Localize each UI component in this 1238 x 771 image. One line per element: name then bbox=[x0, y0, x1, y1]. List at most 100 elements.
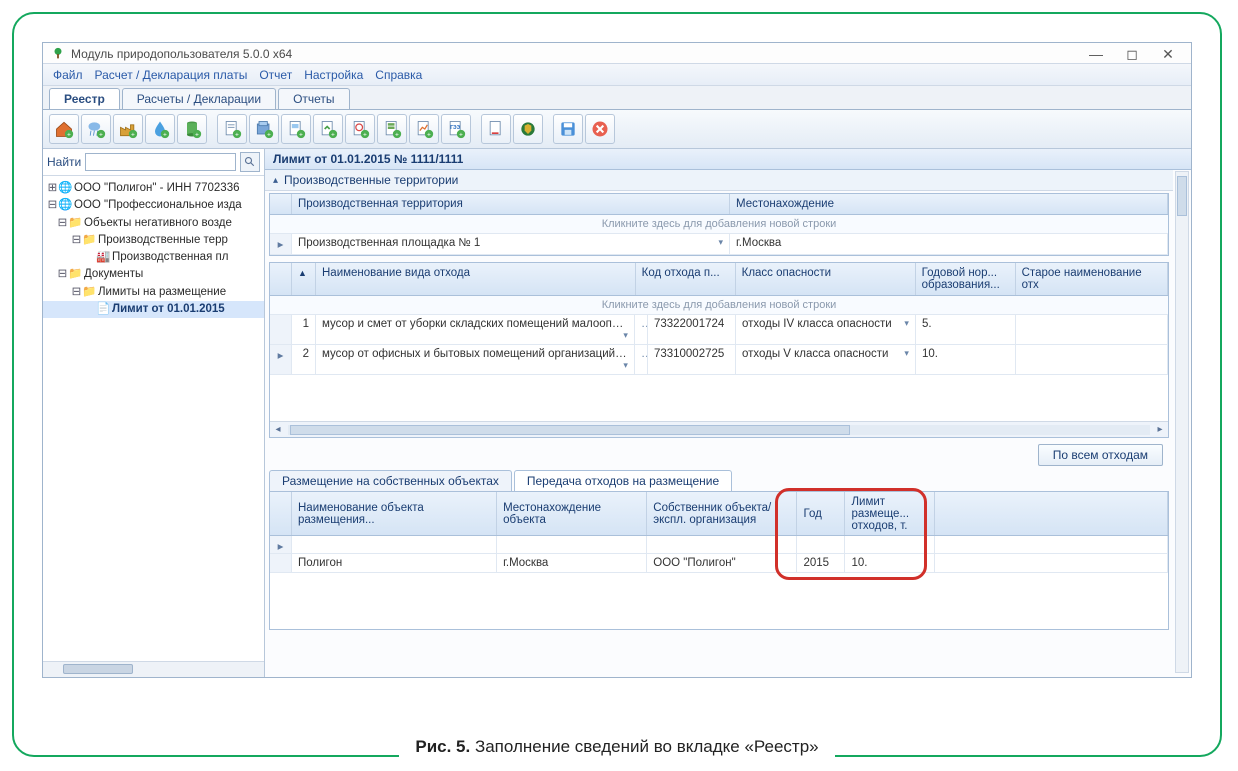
tab-placement-own[interactable]: Размещение на собственных объектах bbox=[269, 470, 512, 491]
placement-cell-object[interactable]: Полигон bbox=[292, 554, 497, 572]
toolbar-add-doc-table-icon[interactable]: + bbox=[377, 114, 407, 144]
placement-row[interactable]: Полигон г.Москва ООО "Полигон" 2015 10. bbox=[270, 554, 1168, 573]
find-input[interactable] bbox=[85, 153, 236, 171]
placement-cell-location[interactable]: г.Москва bbox=[497, 554, 647, 572]
tree-horizontal-scrollbar[interactable] bbox=[43, 661, 264, 677]
detail-pane: Лимит от 01.01.2015 № 1111/1111 ▴ Произв… bbox=[265, 149, 1191, 677]
placement-cell-owner[interactable]: ООО "Полигон" bbox=[647, 554, 797, 572]
waste-col-norm[interactable]: Годовой нор... образования... bbox=[916, 263, 1016, 295]
waste-col-old[interactable]: Старое наименование отх bbox=[1016, 263, 1168, 295]
waste-new-row-hint[interactable]: Кликните здесь для добавления новой стро… bbox=[270, 296, 1168, 315]
waste-row[interactable]: 1 мусор и смет от уборки складских помещ… bbox=[270, 315, 1168, 345]
waste-col-code[interactable]: Код отхода п... bbox=[636, 263, 736, 295]
placement-cell-limit[interactable]: 10. bbox=[845, 554, 935, 572]
waste-col-danger[interactable]: Класс опасности bbox=[736, 263, 916, 295]
menu-calc-declaration[interactable]: Расчет / Декларация платы bbox=[95, 68, 248, 82]
placement-empty-row[interactable]: ▸ bbox=[270, 536, 1168, 554]
toolbar-add-house-icon[interactable]: + bbox=[49, 114, 79, 144]
tab-registry[interactable]: Реестр bbox=[49, 88, 120, 109]
nav-tree[interactable]: ⊞🌐ООО "Полигон" - ИНН 7702336 ⊟🌐ООО "Про… bbox=[43, 176, 264, 661]
window-minimize-button[interactable]: — bbox=[1087, 47, 1105, 61]
menu-help[interactable]: Справка bbox=[375, 68, 422, 82]
territory-new-row-hint[interactable]: Кликните здесь для добавления новой стро… bbox=[270, 215, 1168, 234]
territory-cell-location[interactable]: г.Москва bbox=[730, 234, 1168, 254]
waste-grid-hscroll[interactable]: ◂ ▸ bbox=[270, 421, 1168, 437]
waste-cell-norm[interactable]: 5. bbox=[916, 315, 1016, 344]
toolbar-cancel-icon[interactable] bbox=[585, 114, 615, 144]
app-icon bbox=[51, 47, 65, 61]
waste-row[interactable]: ▸ 2 мусор от офисных и бытовых помещений… bbox=[270, 345, 1168, 375]
placement-col-location[interactable]: Местонахождение объекта bbox=[497, 492, 647, 535]
panel-title: Лимит от 01.01.2015 № 1111/1111 bbox=[265, 149, 1191, 170]
section-production-territories[interactable]: ▴ Производственные территории bbox=[265, 170, 1173, 191]
waste-cell-code[interactable]: 73322001724 bbox=[648, 315, 736, 344]
placement-cell-year[interactable]: 2015 bbox=[797, 554, 845, 572]
placement-col-year[interactable]: Год bbox=[797, 492, 845, 535]
tree-prod-territories[interactable]: ⊟📁Производственные терр bbox=[43, 232, 264, 249]
svg-text:+: + bbox=[299, 132, 303, 139]
toolbar-add-barrel-icon[interactable]: + bbox=[177, 114, 207, 144]
window-close-button[interactable]: ✕ bbox=[1159, 47, 1177, 61]
tree-org-1[interactable]: ⊞🌐ООО "Полигон" - ИНН 7702336 bbox=[43, 180, 264, 197]
find-search-button[interactable] bbox=[240, 152, 260, 172]
toolbar-add-doc-chart-icon[interactable]: + bbox=[409, 114, 439, 144]
toolbar-add-doc3-icon[interactable]: + bbox=[313, 114, 343, 144]
title-bar: Модуль природопользователя 5.0.0 x64 — ◻… bbox=[43, 43, 1191, 63]
toolbar-add-doc-folder-icon[interactable]: + bbox=[249, 114, 279, 144]
waste-cell-norm[interactable]: 10. bbox=[916, 345, 1016, 374]
toolbar-add-doc1-icon[interactable]: + bbox=[217, 114, 247, 144]
toolbar-save-icon[interactable] bbox=[553, 114, 583, 144]
toolbar-add-water-icon[interactable]: + bbox=[145, 114, 175, 144]
toolbar-emblem-icon[interactable] bbox=[513, 114, 543, 144]
figure-caption-number: Рис. 5. bbox=[415, 737, 470, 756]
window-maximize-button[interactable]: ◻ bbox=[1123, 47, 1141, 61]
tab-calculations[interactable]: Расчеты / Декларации bbox=[122, 88, 276, 109]
waste-cell-name[interactable]: мусор и смет от уборки складских помещен… bbox=[316, 315, 635, 344]
tree-objects-label: Объекты негативного возде bbox=[84, 217, 232, 229]
waste-cell-danger[interactable]: отходы V класса опасности bbox=[736, 345, 916, 374]
tree-documents[interactable]: ⊟📁Документы bbox=[43, 266, 264, 283]
tree-org-2-label: ООО "Профессиональное изда bbox=[74, 199, 242, 211]
sort-asc-icon[interactable]: ▲ bbox=[298, 268, 307, 278]
tree-limits-label: Лимиты на размещение bbox=[98, 286, 226, 298]
tree-objects[interactable]: ⊟📁Объекты негативного возде bbox=[43, 215, 264, 232]
placement-col-owner[interactable]: Собственник объекта/ экспл. организация bbox=[647, 492, 797, 535]
territory-cell-territory[interactable]: Производственная площадка № 1 bbox=[292, 234, 730, 254]
svg-text:+: + bbox=[331, 132, 335, 139]
placement-col-object[interactable]: Наименование объекта размещения... bbox=[292, 492, 497, 535]
waste-cell-danger[interactable]: отходы IV класса опасности bbox=[736, 315, 916, 344]
menu-report[interactable]: Отчет bbox=[259, 68, 292, 82]
tree-prod-area[interactable]: 🏭Производственная пл bbox=[43, 249, 264, 266]
menu-settings[interactable]: Настройка bbox=[304, 68, 363, 82]
waste-cell-num: 1 bbox=[292, 315, 316, 344]
waste-cell-code[interactable]: 73310002725 bbox=[648, 345, 736, 374]
tab-placement-transfer[interactable]: Передача отходов на размещение bbox=[514, 470, 732, 491]
tree-org-2[interactable]: ⊟🌐ООО "Профессиональное изда bbox=[43, 197, 264, 214]
tab-reports[interactable]: Отчеты bbox=[278, 88, 349, 109]
placement-col-limit[interactable]: Лимит размеще... отходов, т. bbox=[845, 492, 935, 535]
tree-limit-item[interactable]: 📄Лимит от 01.01.2015 bbox=[43, 301, 264, 318]
menu-bar: Файл Расчет / Декларация платы Отчет Нас… bbox=[43, 63, 1191, 86]
toolbar-add-rain-icon[interactable]: + bbox=[81, 114, 111, 144]
detail-vertical-scrollbar[interactable] bbox=[1175, 171, 1189, 673]
territory-col-territory[interactable]: Производственная территория bbox=[292, 194, 730, 214]
placement-grid: Наименование объекта размещения... Место… bbox=[269, 491, 1169, 630]
all-waste-button[interactable]: По всем отходам bbox=[1038, 444, 1163, 466]
svg-text:+: + bbox=[67, 132, 71, 139]
tree-prod-territories-label: Производственные терр bbox=[98, 234, 228, 246]
svg-text:+: + bbox=[163, 132, 167, 139]
waste-col-name[interactable]: Наименование вида отхода bbox=[316, 263, 636, 295]
menu-file[interactable]: Файл bbox=[53, 68, 83, 82]
waste-cell-name[interactable]: мусор от офисных и бытовых помещений орг… bbox=[316, 345, 635, 374]
territory-col-location[interactable]: Местонахождение bbox=[730, 194, 1168, 214]
toolbar-add-doc-seal-icon[interactable]: + bbox=[345, 114, 375, 144]
toolbar-add-factory-icon[interactable]: + bbox=[113, 114, 143, 144]
territory-grid: Производственная территория Местонахожде… bbox=[269, 193, 1169, 256]
tree-limits[interactable]: ⊟📁Лимиты на размещение bbox=[43, 284, 264, 301]
toolbar-doc-minus-icon[interactable] bbox=[481, 114, 511, 144]
toolbar-add-doc-gee-icon[interactable]: ГЭЭ+ bbox=[441, 114, 471, 144]
toolbar-add-doc2-icon[interactable]: + bbox=[281, 114, 311, 144]
find-label: Найти bbox=[47, 155, 81, 169]
chevron-up-icon: ▴ bbox=[273, 175, 278, 186]
territory-row[interactable]: ▸ Производственная площадка № 1 г.Москва bbox=[270, 234, 1168, 255]
